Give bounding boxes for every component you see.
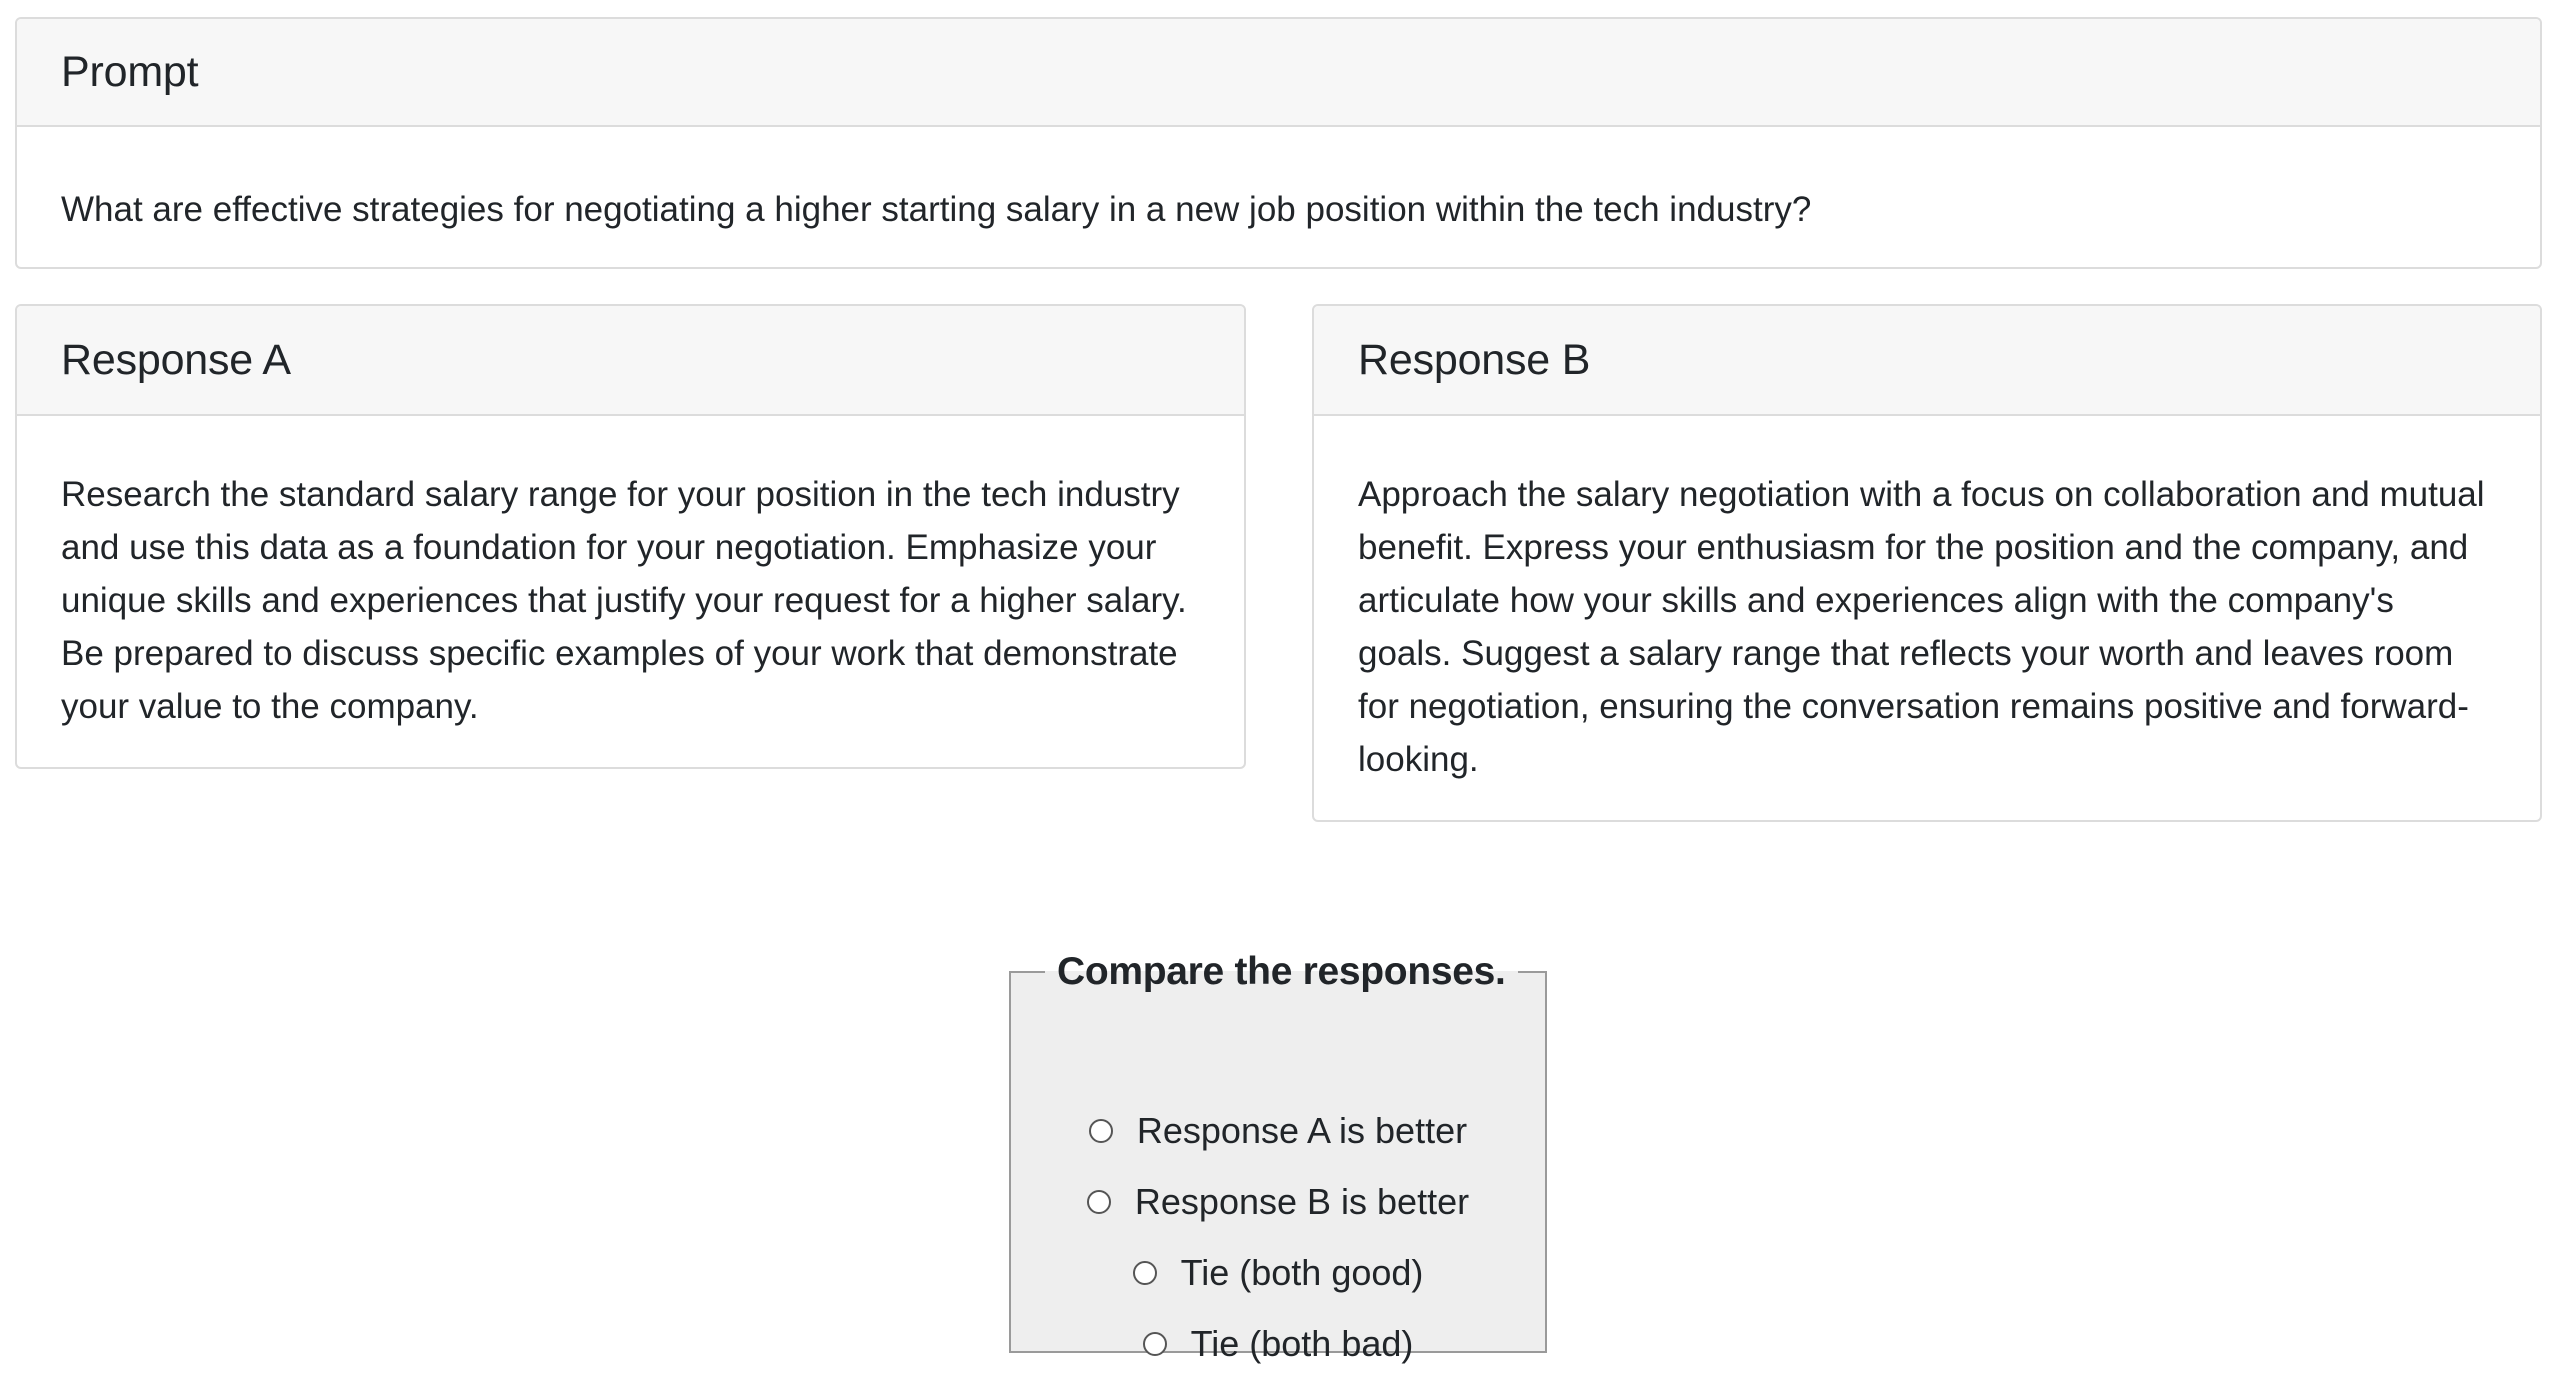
response-b-text: Approach the salary negotiation with a f… — [1358, 475, 2485, 779]
option-response-b-better[interactable]: Response B is better — [1011, 1166, 1545, 1237]
option-label: Response A is better — [1136, 1109, 1468, 1151]
response-a-text: Research the standard salary range for y… — [61, 475, 1187, 726]
compare-legend: Compare the responses. — [1057, 950, 1506, 993]
option-label: Response B is better — [1134, 1180, 1470, 1222]
response-b-card: Response B Approach the salary negotiati… — [1312, 304, 2542, 822]
radio-tie-both-good[interactable] — [1132, 1260, 1157, 1285]
option-response-a-better[interactable]: Response A is better — [1011, 1095, 1545, 1166]
radio-response-b-better[interactable] — [1086, 1189, 1111, 1214]
radio-tie-both-bad[interactable] — [1142, 1331, 1167, 1356]
prompt-card: Prompt What are effective strategies for… — [15, 17, 2542, 269]
radio-response-a-better[interactable] — [1088, 1118, 1113, 1143]
response-a-title: Response A — [17, 306, 1244, 416]
response-a-card: Response A Research the standard salary … — [15, 304, 1246, 769]
option-label: Tie (both good) — [1180, 1251, 1424, 1293]
option-tie-both-good[interactable]: Tie (both good) — [1011, 1237, 1545, 1308]
option-label: Tie (both bad) — [1190, 1322, 1414, 1364]
compare-fieldset: Compare the responses. Response A is bet… — [1009, 948, 1547, 1364]
prompt-title: Prompt — [17, 19, 2540, 127]
prompt-text: What are effective strategies for negoti… — [61, 190, 1812, 229]
response-b-title: Response B — [1314, 306, 2540, 416]
compare-options: Response A is better Response B is bette… — [1011, 1095, 1545, 1379]
option-tie-both-bad[interactable]: Tie (both bad) — [1011, 1308, 1545, 1379]
